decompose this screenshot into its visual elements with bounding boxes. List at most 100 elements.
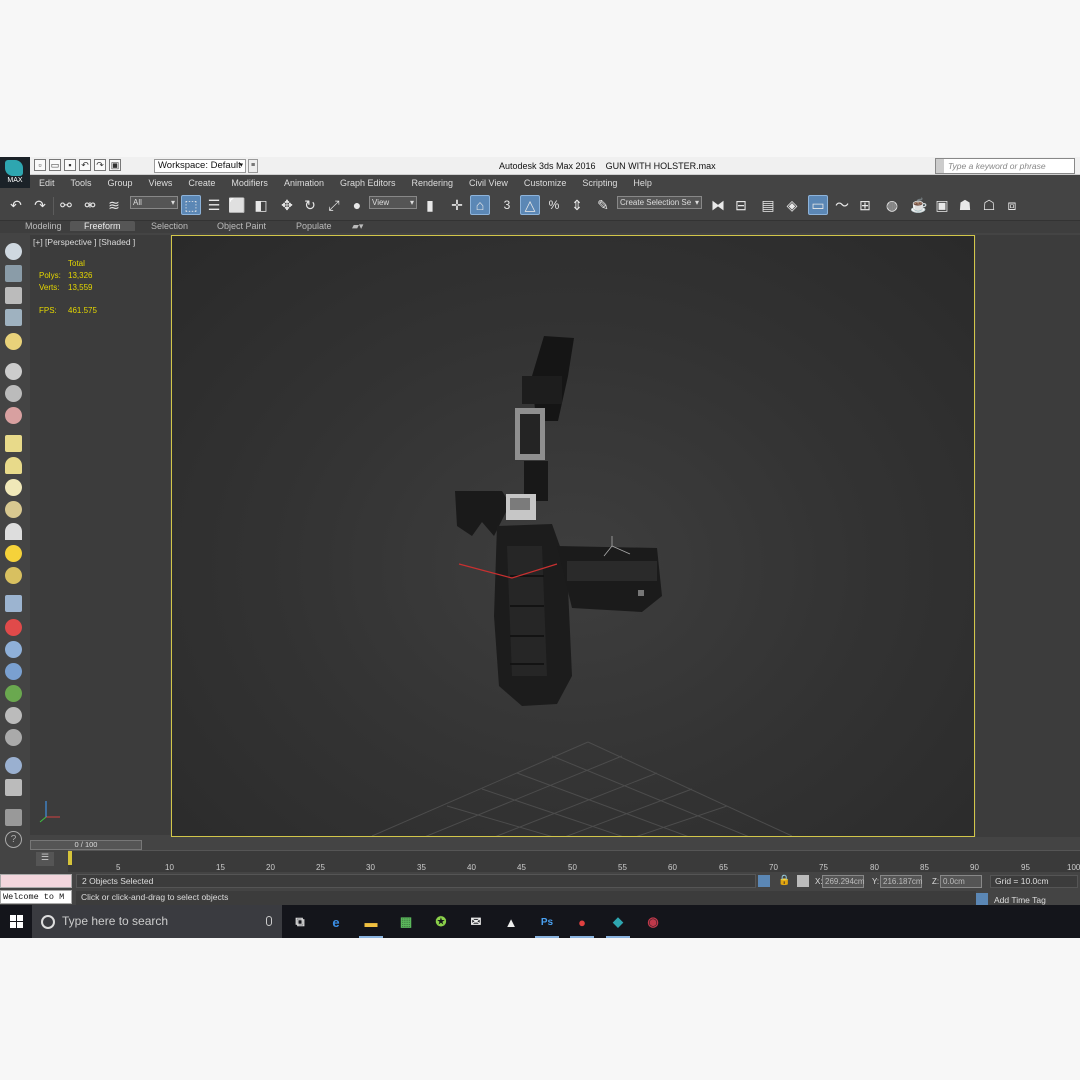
- edit-named-selection-icon[interactable]: ✎: [593, 195, 613, 215]
- menu-graph-editors[interactable]: Graph Editors: [331, 175, 403, 191]
- tab-freeform[interactable]: Freeform: [70, 221, 135, 231]
- unlink-icon[interactable]: ⚮: [80, 195, 100, 215]
- viewport-config-icon[interactable]: [5, 809, 22, 826]
- new-file-icon[interactable]: ▫: [34, 159, 46, 171]
- camera-icon[interactable]: [5, 363, 22, 380]
- menu-scripting[interactable]: Scripting: [573, 175, 624, 191]
- move-icon[interactable]: ✥: [277, 195, 297, 215]
- time-slider[interactable]: 0 / 100: [30, 840, 142, 850]
- scene-list-icon[interactable]: [5, 779, 22, 796]
- taskbar-search-box[interactable]: Type here to search: [32, 905, 282, 938]
- menu-animation[interactable]: Animation: [275, 175, 331, 191]
- globe-icon[interactable]: [5, 663, 22, 680]
- lock-icon[interactable]: 🔒: [778, 875, 790, 886]
- render-iterative-icon[interactable]: ☖: [979, 195, 999, 215]
- mirror-icon[interactable]: ⧓: [708, 195, 728, 215]
- undo-icon[interactable]: ↶: [6, 195, 26, 215]
- z-coordinate-field[interactable]: 0.0cm: [940, 875, 982, 888]
- microphone-icon[interactable]: [266, 916, 272, 926]
- workspace-menu-button[interactable]: ≡: [248, 159, 258, 173]
- menu-modifiers[interactable]: Modifiers: [222, 175, 275, 191]
- obs-icon[interactable]: ◉: [640, 910, 666, 934]
- photoshop-icon[interactable]: Ps: [534, 910, 560, 938]
- keyboard-shortcut-override-icon[interactable]: ⌂: [470, 195, 490, 215]
- place-icon[interactable]: ●: [347, 195, 367, 215]
- percent-snap-icon[interactable]: %: [544, 195, 564, 215]
- tab-object-paint[interactable]: Object Paint: [217, 221, 266, 231]
- spinner-snap-icon[interactable]: ⇕: [567, 195, 587, 215]
- xbox-icon[interactable]: ✪: [428, 910, 454, 934]
- edge-browser-icon[interactable]: e: [323, 910, 349, 934]
- hemisphere-icon[interactable]: [5, 457, 22, 474]
- sun-icon[interactable]: [5, 545, 22, 562]
- particles-icon[interactable]: [5, 595, 22, 612]
- menu-group[interactable]: Group: [99, 175, 140, 191]
- menu-create[interactable]: Create: [179, 175, 222, 191]
- spacewarp-icon[interactable]: [5, 407, 22, 424]
- menu-civil-view[interactable]: Civil View: [460, 175, 515, 191]
- task-view-icon[interactable]: ⧉: [287, 910, 313, 934]
- menu-views[interactable]: Views: [140, 175, 180, 191]
- tab-selection[interactable]: Selection: [151, 221, 188, 231]
- menu-edit[interactable]: Edit: [30, 175, 62, 191]
- rendered-frame-window-icon[interactable]: ▣: [932, 195, 952, 215]
- menu-customize[interactable]: Customize: [515, 175, 574, 191]
- perspective-viewport[interactable]: [171, 235, 975, 837]
- maxscript-input[interactable]: Welcome to M: [0, 890, 72, 904]
- render-activeshade-icon[interactable]: ⧈: [1002, 195, 1022, 215]
- hierarchy-icon[interactable]: [5, 287, 22, 304]
- timeline-frame-indicator[interactable]: [68, 851, 72, 865]
- helper-icon[interactable]: [5, 385, 22, 402]
- absolute-mode-icon[interactable]: [797, 875, 809, 887]
- dynamics-icon[interactable]: [5, 619, 22, 636]
- light-icon[interactable]: [5, 333, 22, 350]
- redo-icon[interactable]: ↷: [94, 159, 106, 171]
- ribbon-options-icon[interactable]: ▰▾: [352, 221, 363, 232]
- modify-icon[interactable]: [5, 265, 22, 282]
- cloth-icon[interactable]: [5, 641, 22, 658]
- search-input[interactable]: Type a keyword or phrase: [935, 158, 1075, 174]
- mail-icon[interactable]: ✉: [463, 910, 489, 934]
- material-editor-icon[interactable]: ◍: [882, 195, 902, 215]
- snaps-toggle-icon[interactable]: 3: [497, 195, 517, 215]
- render-setup-icon[interactable]: ☕: [909, 195, 929, 215]
- open-file-icon[interactable]: ▭: [49, 159, 61, 171]
- align-icon[interactable]: ⊟: [731, 195, 751, 215]
- undo-icon[interactable]: ↶: [79, 159, 91, 171]
- bind-spacewarp-icon[interactable]: ≋: [104, 195, 124, 215]
- motion-icon[interactable]: [5, 309, 22, 326]
- select-object-icon[interactable]: ⬚: [181, 195, 201, 215]
- select-by-name-icon[interactable]: ☰: [204, 195, 224, 215]
- rotate-icon[interactable]: ↻: [300, 195, 320, 215]
- photos-icon[interactable]: ▲: [498, 910, 524, 934]
- render-production-icon[interactable]: ☗: [955, 195, 975, 215]
- selection-filter-dropdown[interactable]: All: [130, 196, 178, 209]
- rectangular-selection-icon[interactable]: ⬜: [227, 195, 247, 215]
- toggle-ribbon-icon[interactable]: ▭: [808, 195, 828, 215]
- save-icon[interactable]: ▪: [64, 159, 76, 171]
- tab-modeling[interactable]: Modeling: [25, 221, 62, 231]
- workspace-dropdown[interactable]: Workspace: Default ▾: [154, 159, 246, 173]
- menu-rendering[interactable]: Rendering: [403, 175, 461, 191]
- teapot-icon[interactable]: [5, 501, 22, 518]
- help-icon[interactable]: ?: [5, 831, 22, 848]
- tab-populate[interactable]: Populate: [296, 221, 332, 231]
- link-icon[interactable]: ⚯: [56, 195, 76, 215]
- pivot-center-icon[interactable]: ▮: [420, 195, 440, 215]
- foliage-icon[interactable]: [5, 685, 22, 702]
- plane-icon[interactable]: [5, 435, 22, 452]
- layer-explorer-icon[interactable]: ◈: [782, 195, 802, 215]
- y-coordinate-field[interactable]: 216.187cm: [880, 875, 923, 888]
- create-icon[interactable]: [5, 243, 22, 260]
- x-coordinate-field[interactable]: 269.294cm: [822, 875, 865, 888]
- timeline-track[interactable]: 5 10 15 20 25 30 35 40 45 50 55 60 65 70…: [68, 850, 1080, 872]
- scribd-icon[interactable]: ●: [569, 910, 595, 938]
- file-explorer-icon[interactable]: ▬: [358, 910, 384, 938]
- viewport-label[interactable]: [+] [Perspective ] [Shaded ]: [33, 237, 135, 247]
- render-sphere-icon[interactable]: [5, 757, 22, 774]
- window-crossing-icon[interactable]: ◧: [251, 195, 271, 215]
- cone-icon[interactable]: [5, 523, 22, 540]
- schematic-view-icon[interactable]: ⊞: [855, 195, 875, 215]
- curve-editor-icon[interactable]: 〜: [832, 195, 852, 215]
- add-time-tag-button[interactable]: Add Time Tag: [994, 895, 1046, 905]
